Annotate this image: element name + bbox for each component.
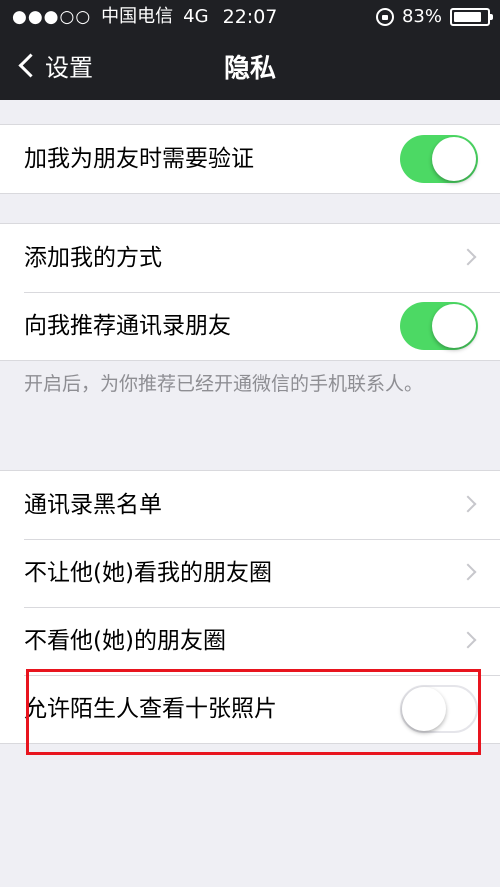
page-title: 隐私 (223, 54, 276, 84)
blacklist-label: 通讯录黑名单 (24, 492, 162, 518)
contact-group: 添加我的方式 向我推荐通讯录朋友 (0, 223, 500, 361)
toggle-knob (432, 304, 476, 348)
hide-moments-label: 不让他(她)看我的朋友圈 (24, 560, 272, 586)
battery-icon (450, 8, 493, 26)
battery-percent: 83% (401, 6, 442, 27)
stranger-photos-toggle[interactable] (400, 685, 478, 733)
status-bar: ●●●○○ 中国电信 4G 22:07 83% (0, 0, 500, 34)
blacklist-row[interactable]: 通讯录黑名单 (0, 471, 500, 539)
verify-group: 加我为朋友时需要验证 (0, 124, 500, 194)
verify-label: 加我为朋友时需要验证 (24, 146, 254, 172)
hide-moments-row[interactable]: 不让他(她)看我的朋友圈 (0, 539, 500, 607)
add-method-row[interactable]: 添加我的方式 (0, 224, 500, 292)
battery-fill (454, 12, 481, 22)
chevron-right-icon (459, 631, 477, 649)
chevron-right-icon (459, 563, 477, 581)
rotation-lock-icon (375, 8, 394, 26)
recommend-toggle[interactable] (400, 302, 478, 350)
recommend-row: 向我推荐通讯录朋友 (0, 292, 500, 360)
stranger-photos-label: 允许陌生人查看十张照片 (24, 696, 277, 722)
recommend-label: 向我推荐通讯录朋友 (24, 313, 231, 339)
not-view-moments-label: 不看他(她)的朋友圈 (24, 628, 226, 654)
not-view-moments-row[interactable]: 不看他(她)的朋友圈 (0, 607, 500, 675)
stranger-photos-row: 允许陌生人查看十张照片 (0, 675, 500, 743)
verify-toggle[interactable] (400, 135, 478, 183)
header: ●●●○○ 中国电信 4G 22:07 83% 设置 隐私 (0, 0, 500, 100)
verify-row: 加我为朋友时需要验证 (0, 125, 500, 193)
moments-group: 通讯录黑名单 不让他(她)看我的朋友圈 不看他(她)的朋友圈 允许陌生人查看十张… (0, 470, 500, 744)
toggle-knob (432, 137, 476, 181)
recommend-note: 开启后，为你推荐已经开通微信的手机联系人。 (24, 373, 424, 395)
navigation-bar: 设置 隐私 (0, 34, 500, 100)
chevron-right-icon (459, 495, 477, 513)
toggle-knob (402, 687, 446, 731)
chevron-right-icon (459, 248, 477, 266)
add-method-label: 添加我的方式 (24, 245, 162, 271)
